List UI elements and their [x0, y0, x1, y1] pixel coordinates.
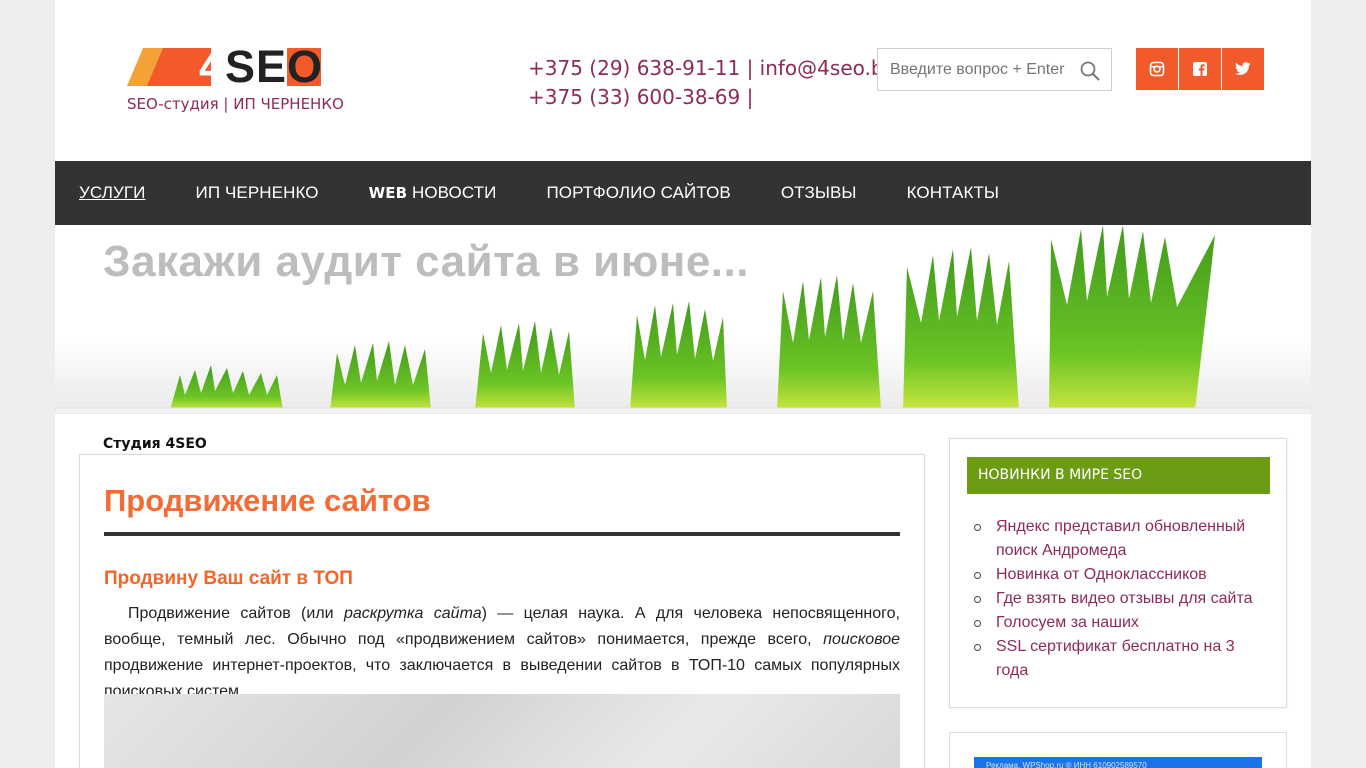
- facebook-link[interactable]: [1179, 48, 1221, 90]
- phone-email-line[interactable]: +375 (29) 638-91-11 | info@4seo.by: [528, 54, 895, 83]
- news-link[interactable]: Новинка от Одноклассников: [974, 563, 1264, 587]
- contacts: +375 (29) 638-91-11 | info@4seo.by +375 …: [528, 54, 895, 112]
- nav-item-contacts[interactable]: КОНТАКТЫ: [907, 183, 1000, 203]
- instagram-link[interactable]: [1136, 48, 1178, 90]
- nav-news-label: НОВОСТИ: [407, 183, 497, 202]
- article-paragraph: Продвижение сайтов (или раскрутка сайта)…: [104, 601, 900, 705]
- nav-item-services[interactable]: УСЛУГИ: [79, 183, 146, 203]
- article-image: [104, 694, 900, 768]
- search-input[interactable]: [878, 49, 1068, 90]
- news-link[interactable]: Голосуем за наших: [974, 611, 1264, 635]
- text-part: Продвижение сайтов (или: [128, 605, 344, 622]
- ad-banner[interactable]: Реклама. WPShop.ru ® ИНН 610902589570: [974, 757, 1262, 768]
- nav-item-web-news[interactable]: WEB НОВОСТИ: [369, 183, 497, 203]
- facebook-icon: [1193, 62, 1207, 76]
- twitter-icon: [1235, 62, 1251, 75]
- article-card: Продвижение сайтов Продвину Ваш сайт в Т…: [79, 454, 925, 768]
- article-subtitle: Продвину Ваш сайт в ТОП: [104, 568, 353, 589]
- ad-widget: Реклама. WPShop.ru ® ИНН 610902589570: [949, 732, 1287, 768]
- page-title: Продвижение сайтов: [104, 483, 431, 518]
- nav-item-reviews[interactable]: ОТЗЫВЫ: [781, 183, 857, 203]
- nav-item-ip[interactable]: ИП ЧЕРНЕНКО: [196, 183, 319, 203]
- news-link[interactable]: SSL сертификат бесплатно на 3 года: [974, 635, 1264, 683]
- grass-illustration: [55, 225, 1311, 414]
- instagram-icon: [1149, 61, 1165, 77]
- search-icon[interactable]: [1079, 60, 1101, 82]
- news-link[interactable]: Где взять видео отзывы для сайта: [974, 587, 1264, 611]
- news-link[interactable]: Яндекс представил обновленный поиск Андр…: [974, 515, 1264, 563]
- logo-subtitle: SEO-студия | ИП ЧЕРНЕНКО: [127, 95, 344, 113]
- widget-title: НОВИНКИ В МИРЕ SEO: [967, 457, 1270, 494]
- breadcrumb[interactable]: Студия 4SEO: [103, 436, 207, 452]
- social-links: [1136, 48, 1265, 90]
- text-italic: раскрутка сайта: [343, 605, 482, 622]
- phone-line-2[interactable]: +375 (33) 600-38-69 |: [528, 83, 895, 112]
- logo[interactable]: 4SEO: [127, 41, 327, 92]
- news-widget: НОВИНКИ В МИРЕ SEO Яндекс представил обн…: [949, 438, 1287, 708]
- promo-banner[interactable]: Закажи аудит сайта в июне...: [55, 225, 1311, 414]
- page: 4SEO SEO-студия | ИП ЧЕРНЕНКО +375 (29) …: [55, 0, 1311, 768]
- search-box: [877, 48, 1112, 91]
- text-italic: поисковое: [823, 631, 900, 648]
- nav-item-portfolio[interactable]: ПОРТФОЛИО САЙТОВ: [546, 183, 730, 203]
- twitter-link[interactable]: [1222, 48, 1264, 90]
- main-nav: УСЛУГИ ИП ЧЕРНЕНКО WEB НОВОСТИ ПОРТФОЛИО…: [55, 161, 1311, 225]
- logo-text: 4SEO: [199, 41, 324, 92]
- news-list: Яндекс представил обновленный поиск Андр…: [974, 515, 1264, 683]
- nav-web-prefix: WEB: [368, 184, 408, 202]
- title-divider: [104, 532, 900, 536]
